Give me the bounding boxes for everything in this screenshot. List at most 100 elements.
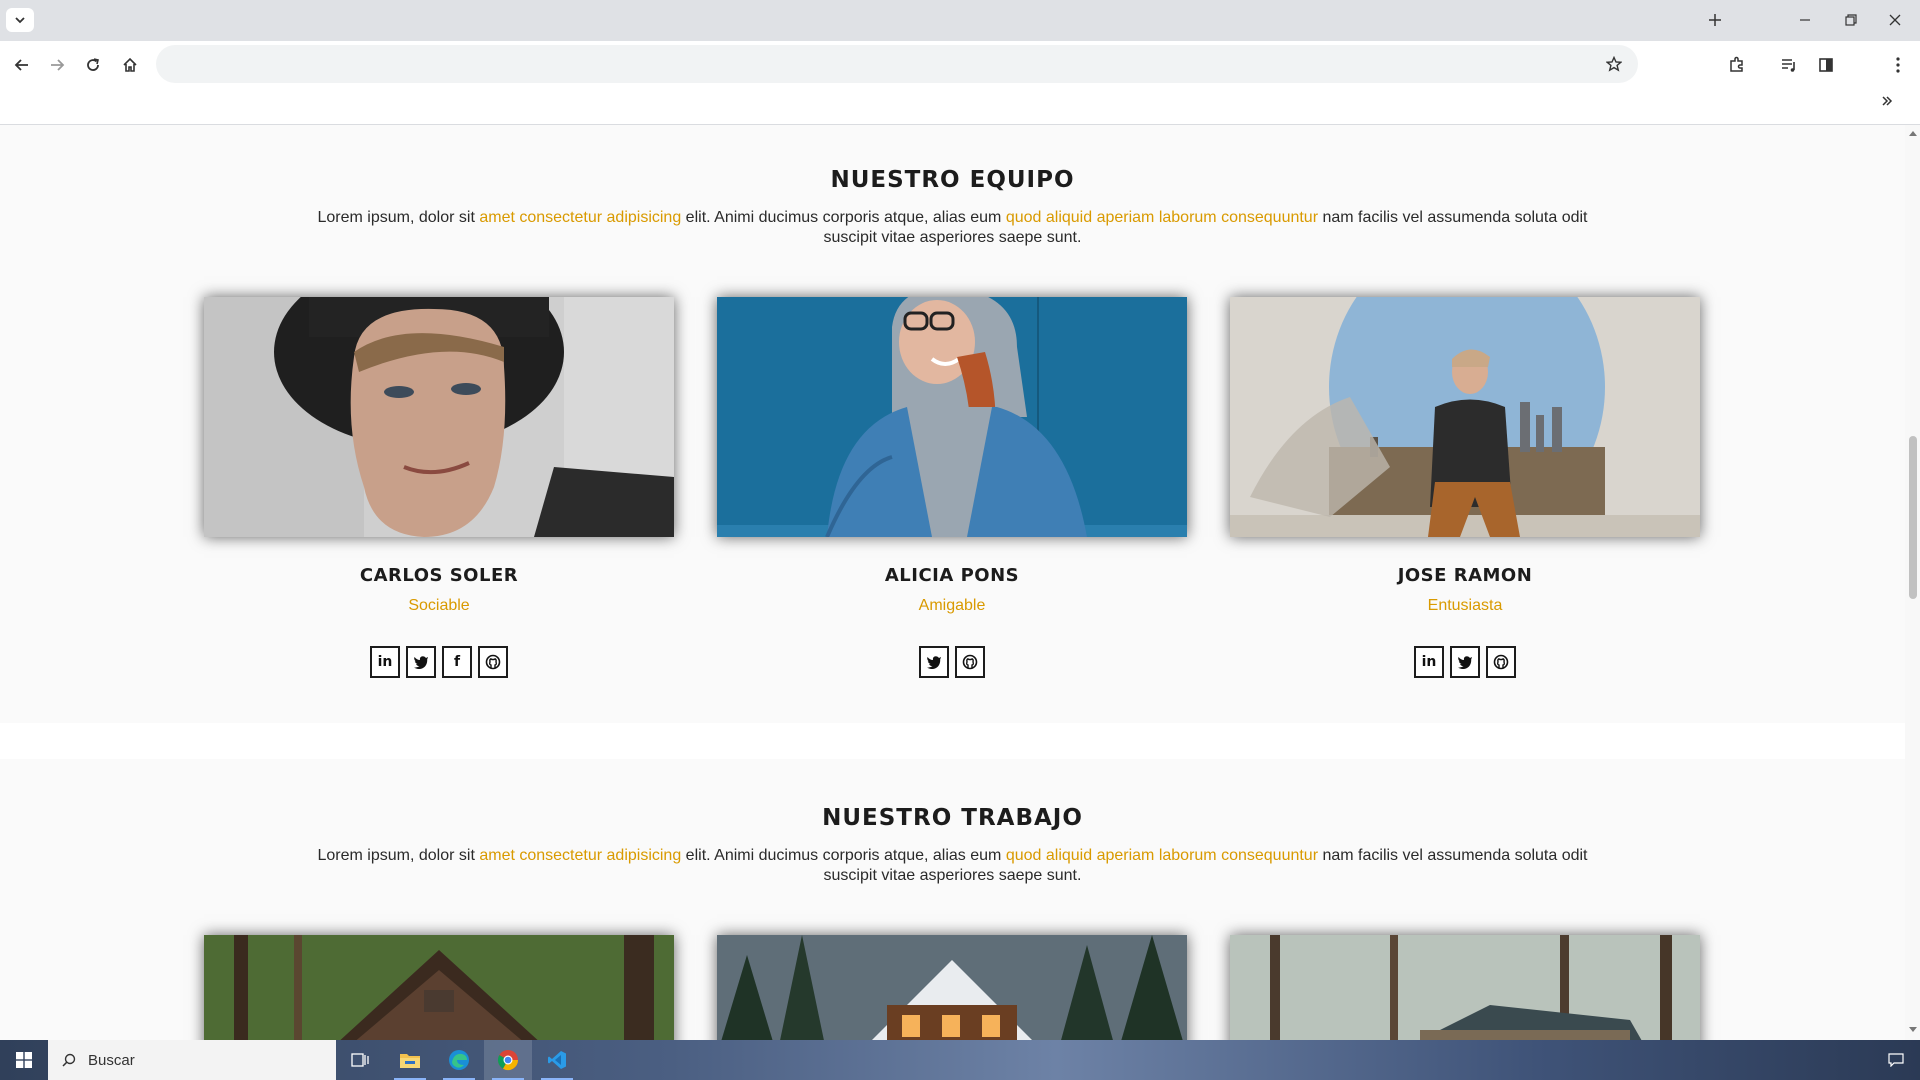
home-button[interactable] <box>114 49 146 81</box>
team-member-role: Sociable <box>408 597 470 614</box>
windows-logo-icon <box>16 1052 32 1068</box>
facebook-icon: f <box>453 654 461 670</box>
twitter-icon <box>414 656 428 669</box>
arrow-left-icon <box>14 59 28 71</box>
team-text-highlight: quod aliquid aperiam laborum consequuntu… <box>1005 209 1319 226</box>
vscode-button[interactable] <box>533 1040 581 1080</box>
twitter-link[interactable] <box>1450 646 1480 678</box>
task-view-button[interactable] <box>336 1040 384 1080</box>
task-view-icon <box>351 1053 369 1067</box>
team-section-title: NUESTRO EQUIPO <box>830 167 1075 193</box>
side-panel-icon <box>1819 58 1833 72</box>
team-text-part: Lorem ipsum, dolor sit <box>317 209 480 226</box>
linkedin-link[interactable]: in <box>370 646 400 678</box>
cabin-forest-image <box>204 935 674 1040</box>
page-viewport: NUESTRO EQUIPO Lorem ipsum, dolor sit am… <box>0 125 1905 1040</box>
restore-icon <box>1845 14 1857 26</box>
work-text-highlight: quod aliquid aperiam laborum consequuntu… <box>1005 847 1319 864</box>
forward-button[interactable] <box>41 49 73 81</box>
tab-search-button[interactable] <box>6 8 34 32</box>
team-text-part: elit. Animi ducimus corporis atque, alia… <box>681 209 1006 226</box>
cabin-snow-image <box>717 935 1187 1040</box>
work-section: NUESTRO TRABAJO Lorem ipsum, dolor sit a… <box>0 759 1905 1040</box>
side-panel-button[interactable] <box>1810 49 1842 81</box>
github-link[interactable] <box>478 646 508 678</box>
arrow-right-icon <box>51 59 65 71</box>
minimize-icon <box>1800 19 1810 21</box>
team-member-socials: in <box>1230 646 1700 678</box>
close-window-button[interactable] <box>1880 7 1910 33</box>
work-photo[interactable] <box>204 935 674 1040</box>
browser-menu-button[interactable] <box>1882 49 1914 81</box>
work-photo[interactable] <box>717 935 1187 1040</box>
github-link[interactable] <box>955 646 985 678</box>
linkedin-icon: in <box>377 654 393 670</box>
page-scrollbar[interactable] <box>1905 125 1920 1040</box>
browser-tab-bar <box>0 0 1920 41</box>
team-member-photo <box>1230 297 1700 537</box>
team-section-description: Lorem ipsum, dolor sit amet consectetur … <box>310 208 1595 248</box>
work-photo[interactable] <box>1230 935 1700 1040</box>
portrait-woman-hoodie-image <box>717 297 1187 537</box>
twitter-icon <box>927 656 941 669</box>
scrollbar-thumb[interactable] <box>1909 436 1917 599</box>
taskbar-search-placeholder: Buscar <box>88 1051 135 1069</box>
chrome-button[interactable] <box>484 1040 532 1080</box>
chrome-icon <box>497 1050 519 1071</box>
portrait-man-hat-image <box>204 297 674 537</box>
team-section: NUESTRO EQUIPO Lorem ipsum, dolor sit am… <box>0 125 1905 723</box>
team-member-name: ALICIA PONS <box>884 565 1020 586</box>
team-member-socials: in f <box>204 646 674 678</box>
address-bar[interactable] <box>156 45 1638 83</box>
linkedin-link[interactable]: in <box>1414 646 1444 678</box>
github-icon <box>485 654 501 670</box>
notification-icon <box>1888 1053 1904 1067</box>
start-button[interactable] <box>0 1040 48 1080</box>
edge-icon <box>449 1050 469 1070</box>
folder-icon <box>400 1054 420 1068</box>
notifications-button[interactable] <box>1872 1040 1920 1080</box>
cabin-misty-image <box>1230 935 1700 1040</box>
team-member-name: JOSE RAMON <box>1397 565 1533 586</box>
extensions-button[interactable] <box>1721 49 1753 81</box>
restore-button[interactable] <box>1836 7 1866 33</box>
section-divider <box>0 723 1905 759</box>
search-icon <box>62 1053 76 1067</box>
team-member-role: Entusiasta <box>1427 597 1503 614</box>
github-icon <box>1493 654 1509 670</box>
twitter-link[interactable] <box>406 646 436 678</box>
twitter-link[interactable] <box>919 646 949 678</box>
work-text-highlight: amet consectetur adipisicing <box>479 847 682 864</box>
team-member-name: CARLOS SOLER <box>359 565 519 586</box>
more-vert-icon <box>1896 57 1900 73</box>
scroll-down-arrow-icon[interactable] <box>1909 1027 1917 1032</box>
reload-button[interactable] <box>77 49 109 81</box>
taskbar: Buscar <box>0 1040 1920 1080</box>
file-explorer-button[interactable] <box>386 1040 434 1080</box>
double-chevron-right-icon <box>1882 96 1893 106</box>
minimize-button[interactable] <box>1790 7 1820 33</box>
close-icon <box>1889 14 1901 26</box>
scroll-up-arrow-icon[interactable] <box>1909 131 1917 136</box>
portrait-man-sitting-image <box>1230 297 1700 537</box>
edge-button[interactable] <box>435 1040 483 1080</box>
work-section-title: NUESTRO TRABAJO <box>822 805 1083 831</box>
plus-icon <box>1709 14 1721 26</box>
facebook-link[interactable]: f <box>442 646 472 678</box>
work-section-description: Lorem ipsum, dolor sit amet consectetur … <box>310 846 1595 886</box>
github-link[interactable] <box>1486 646 1516 678</box>
new-tab-button[interactable] <box>1700 7 1730 33</box>
media-controls-button[interactable] <box>1773 49 1805 81</box>
bookmark-button[interactable] <box>1602 52 1626 76</box>
browser-toolbar <box>0 41 1920 125</box>
team-member-photo <box>717 297 1187 537</box>
bookmarks-overflow-button[interactable] <box>1871 85 1903 117</box>
back-button[interactable] <box>6 49 38 81</box>
reload-icon <box>87 58 99 71</box>
twitter-icon <box>1458 656 1472 669</box>
puzzle-icon <box>1730 56 1743 72</box>
team-member-socials <box>717 646 1187 678</box>
star-icon <box>1606 56 1622 72</box>
taskbar-search-box[interactable]: Buscar <box>48 1040 336 1080</box>
home-icon <box>123 57 137 72</box>
